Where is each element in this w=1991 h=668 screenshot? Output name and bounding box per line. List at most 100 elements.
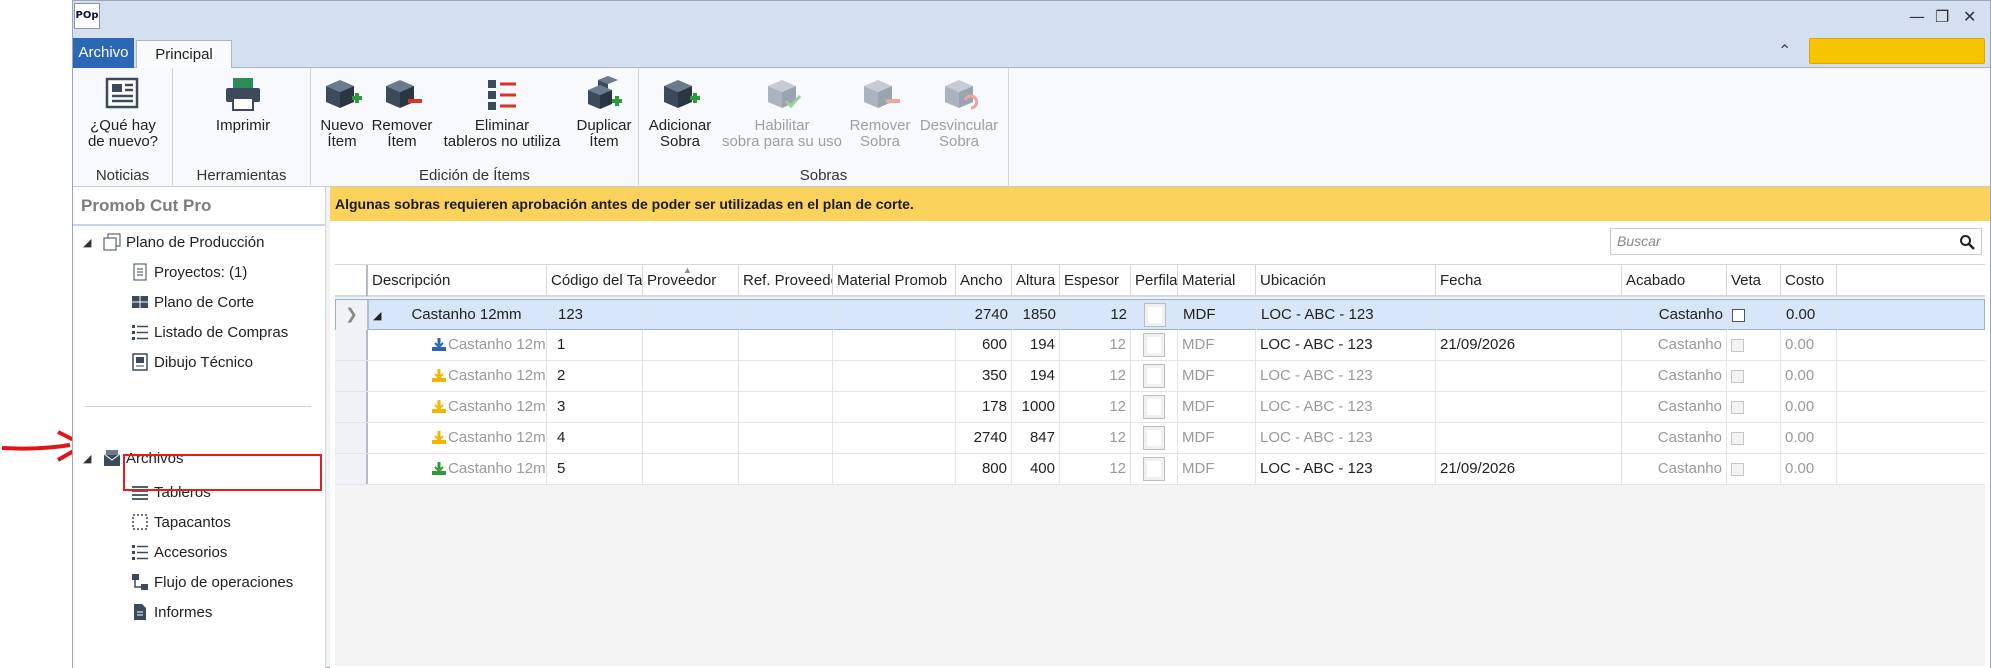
collapse-triangle-icon[interactable]: ◢ <box>373 310 381 322</box>
header-ubicacion[interactable]: Ubicación <box>1256 265 1436 296</box>
profile-icon[interactable] <box>1143 333 1165 357</box>
app-logo: POp <box>74 3 100 29</box>
cell-costo: 0.00 <box>1781 392 1837 422</box>
header-costo[interactable]: Costo <box>1781 265 1837 296</box>
cell-acabado: Castanho <box>1623 300 1728 330</box>
tree-node-informes[interactable]: Informes <box>131 601 212 623</box>
habilitar-sobra-button[interactable]: Habilitar sobra para su uso <box>719 74 845 150</box>
cell-text: Castanho 12mm <box>448 460 546 477</box>
veta-checkbox[interactable] <box>1731 462 1744 476</box>
row-selector[interactable] <box>335 423 368 453</box>
eliminar-tableros-button[interactable]: Eliminar tableros no utiliza <box>437 74 567 150</box>
header-ancho[interactable]: Ancho <box>956 265 1012 296</box>
header-altura[interactable]: Altura <box>1012 265 1060 296</box>
desvincular-sobra-button[interactable]: Desvincular Sobra <box>915 74 1003 150</box>
tree-node-dibujo[interactable]: Dibujo Técnico <box>131 351 253 373</box>
profile-icon[interactable] <box>1144 303 1166 327</box>
table-row[interactable]: Castanho 12mm1 60019412 MDFLOC - ABC - 123… <box>335 330 1985 361</box>
expand-triangle-icon[interactable]: ◢ <box>83 452 91 465</box>
header-perfila[interactable]: Perfila <box>1131 265 1178 296</box>
tree-node-plano-corte[interactable]: Plano de Corte <box>131 291 254 313</box>
cell-proveedor <box>643 423 739 453</box>
cell-costo: 0.00 <box>1781 361 1837 391</box>
table-row[interactable]: Castanho 12mm2 35019412 MDFLOC - ABC - 123… <box>335 361 1985 392</box>
cell-costo: 0.00 <box>1781 330 1837 360</box>
cell-fecha <box>1437 300 1623 330</box>
header-proveedor[interactable]: ▲ Proveedor <box>643 265 739 296</box>
report-icon <box>134 604 146 620</box>
tab-principal[interactable]: Principal <box>136 40 232 69</box>
search-input[interactable]: Buscar <box>1610 228 1982 255</box>
cell-text: Castanho 12mm <box>448 367 546 384</box>
tab-archivo[interactable]: Archivo <box>73 38 134 68</box>
veta-checkbox[interactable] <box>1731 369 1744 383</box>
adicionar-sobra-button[interactable]: Adicionar Sobra <box>645 74 715 150</box>
imprimir-button[interactable]: Imprimir <box>201 74 285 134</box>
duplicar-item-button[interactable]: Duplicar Ítem <box>573 74 635 150</box>
tree-node-flujo[interactable]: Flujo de operaciones <box>131 571 293 593</box>
user-badge[interactable] <box>1809 38 1985 64</box>
minimize-icon[interactable]: — <box>1909 7 1925 26</box>
table-row[interactable]: Castanho 12mm4 274084712 MDFLOC - ABC - 12… <box>335 423 1985 454</box>
header-veta[interactable]: Veta <box>1727 265 1781 296</box>
profile-icon[interactable] <box>1143 364 1165 388</box>
cell-perfila <box>1131 330 1178 360</box>
table-row-parent[interactable]: ❯ ◢ Castanho 12mm 123 2740 1850 12 MDF LO… <box>335 299 1985 330</box>
btn-label-2: Sobra <box>859 133 901 150</box>
sidebar-separator <box>85 406 311 407</box>
cell-veta <box>1727 361 1781 391</box>
cell-ancho: 600 <box>956 330 1012 360</box>
que-hay-nuevo-button[interactable]: ¿Qué hay de nuevo? <box>81 74 165 150</box>
sidebar-title: Promob Cut Pro <box>81 196 212 215</box>
main-panel: Algunas sobras requieren aprobación ante… <box>330 187 1990 668</box>
cell-material: MDF <box>1178 361 1256 391</box>
profile-icon[interactable] <box>1143 457 1165 481</box>
search-icon[interactable] <box>1959 234 1975 250</box>
tree-node-proyectos[interactable]: Proyectos: (1) <box>131 261 247 283</box>
close-icon[interactable]: ✕ <box>1963 7 1976 26</box>
remover-item-button[interactable]: Remover Ítem <box>369 74 435 150</box>
header-descripcion[interactable]: Descripción <box>368 265 547 296</box>
workflow-icon <box>132 574 148 590</box>
row-expand-icon[interactable]: ❯ <box>336 300 369 330</box>
cell-proveedor <box>644 300 740 330</box>
header-espesor[interactable]: Espesor <box>1060 265 1131 296</box>
remover-sobra-button[interactable]: Remover Sobra <box>847 74 913 150</box>
veta-checkbox[interactable] <box>1731 338 1744 352</box>
tree-node-listado[interactable]: Listado de Compras <box>131 321 288 343</box>
btn-label-1: Remover <box>849 117 911 134</box>
title-bar: POp — ❐ ✕ <box>73 1 1990 34</box>
btn-label-2: sobra para su uso <box>721 133 843 150</box>
profile-icon[interactable] <box>1143 426 1165 450</box>
cell-ref-proveedor <box>739 454 833 484</box>
header-material-promob[interactable]: Material Promob <box>833 265 956 296</box>
cell-ubicacion: LOC - ABC - 123 <box>1256 454 1436 484</box>
header-fecha[interactable]: Fecha <box>1436 265 1622 296</box>
veta-checkbox[interactable] <box>1731 431 1744 445</box>
restore-icon[interactable]: ❐ <box>1935 7 1949 26</box>
profile-icon[interactable] <box>1143 395 1165 419</box>
tree-node-tapacantos[interactable]: Tapacantos <box>131 511 231 533</box>
row-selector[interactable] <box>335 454 368 484</box>
collapse-ribbon-icon[interactable]: ⌃ <box>1778 41 1791 61</box>
veta-checkbox[interactable] <box>1732 308 1745 322</box>
expand-triangle-icon[interactable]: ◢ <box>83 236 91 249</box>
cell-espesor: 12 <box>1060 330 1131 360</box>
cell-altura: 194 <box>1012 330 1060 360</box>
table-row[interactable]: Castanho 12mm3 178100012 MDFLOC - ABC - 12… <box>335 392 1985 423</box>
tree-node-accesorios[interactable]: Accesorios <box>131 541 227 563</box>
row-selector[interactable] <box>335 361 368 391</box>
header-ref-proveedor[interactable]: Ref. Proveedor <box>739 265 833 296</box>
leftover-icon <box>432 462 446 475</box>
row-selector[interactable] <box>335 392 368 422</box>
header-acabado[interactable]: Acabado <box>1622 265 1727 296</box>
header-material[interactable]: Material <box>1178 265 1256 296</box>
veta-checkbox[interactable] <box>1731 400 1744 414</box>
table-row[interactable]: Castanho 12mm5 80040012 MDFLOC - ABC - 123… <box>335 454 1985 485</box>
nuevo-item-button[interactable]: Nuevo Ítem <box>317 74 367 150</box>
tree-node-plano[interactable]: Plano de Producción <box>103 231 264 253</box>
header-codigo[interactable]: Código del Table <box>547 265 643 296</box>
cell-ancho: 178 <box>956 392 1012 422</box>
ribbon: ¿Qué hay de nuevo? Noticias Imprimir Her… <box>73 68 1990 187</box>
row-selector[interactable] <box>335 330 368 360</box>
